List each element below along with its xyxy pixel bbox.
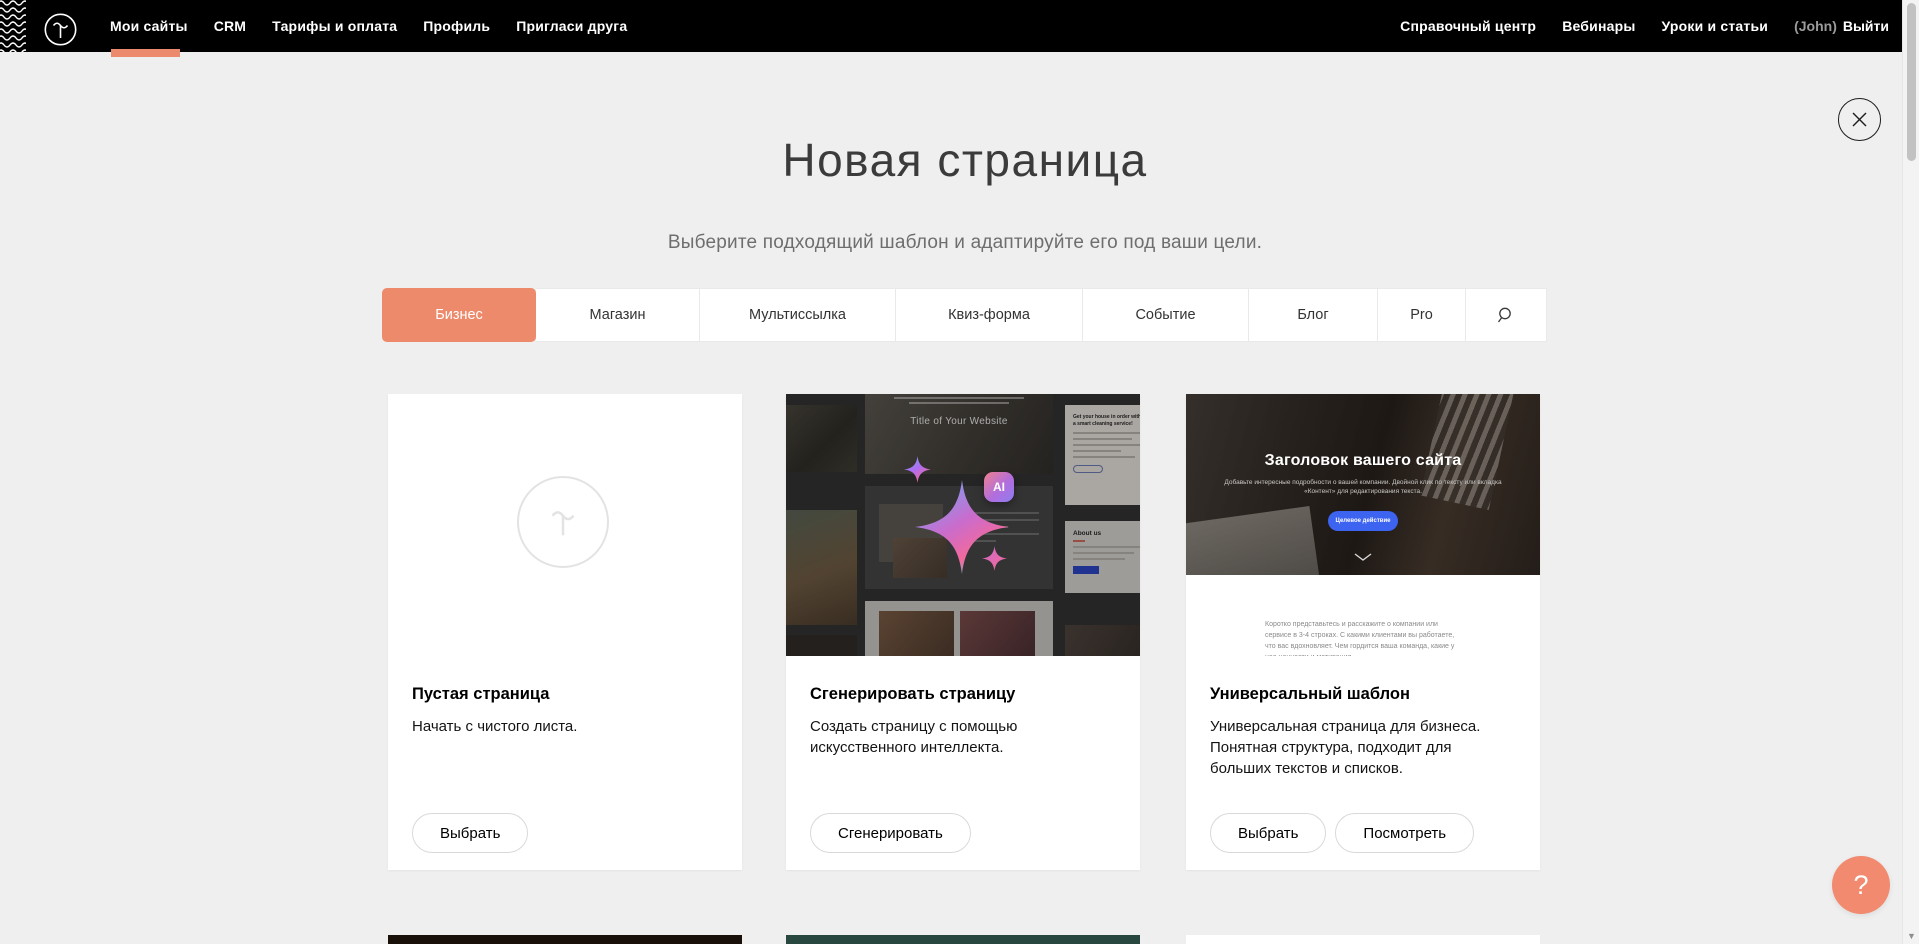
page-scrollbar: ▼ bbox=[1902, 0, 1919, 944]
card-description: Создать страницу с помощью искусственног… bbox=[810, 716, 1116, 758]
help-button[interactable]: ? bbox=[1832, 856, 1890, 914]
tilda-logo-icon[interactable] bbox=[44, 13, 77, 46]
tab-quiz-form[interactable]: Квиз-форма bbox=[896, 288, 1083, 342]
template-card-blank: Пустая страница Начать с чистого листа. … bbox=[388, 394, 742, 870]
template-card-universal: Заголовок вашего сайта Добавьте интересн… bbox=[1186, 394, 1540, 870]
nav-logout-link[interactable]: Выйти bbox=[1843, 18, 1889, 34]
tab-blog[interactable]: Блог bbox=[1249, 288, 1378, 342]
generate-button[interactable]: Сгенерировать bbox=[810, 813, 971, 853]
mini-landing-body: Коротко представьтесь и расскажите о ком… bbox=[1186, 575, 1540, 656]
ai-badge: AI bbox=[984, 472, 1014, 502]
choose-button[interactable]: Выбрать bbox=[1210, 813, 1326, 853]
universal-template-preview[interactable]: Заголовок вашего сайта Добавьте интересн… bbox=[1186, 394, 1540, 656]
card-description: Начать с чистого листа. bbox=[412, 716, 718, 737]
next-row-card-preview[interactable] bbox=[1186, 935, 1540, 944]
card-title: Сгенерировать страницу bbox=[810, 685, 1116, 704]
zigzag-pattern-icon bbox=[0, 0, 26, 52]
template-category-tabs: Бизнес Магазин Мультиссылка Квиз-форма С… bbox=[382, 288, 1547, 342]
question-icon: ? bbox=[1853, 870, 1868, 901]
chevron-down-icon bbox=[1353, 552, 1373, 562]
nav-item-invite-friend[interactable]: Пригласи друга bbox=[516, 0, 627, 52]
nav-item-help-center[interactable]: Справочный центр bbox=[1400, 0, 1536, 52]
preview-button[interactable]: Посмотреть bbox=[1335, 813, 1474, 853]
tab-pro[interactable]: Pro bbox=[1378, 288, 1466, 342]
tab-search[interactable] bbox=[1466, 288, 1547, 342]
page-subtitle: Выберите подходящий шаблон и адаптируйте… bbox=[382, 232, 1548, 254]
blank-template-preview[interactable] bbox=[388, 394, 742, 656]
top-navbar: Мои сайты CRM Тарифы и оплата Профиль Пр… bbox=[0, 0, 1919, 52]
scrollbar-thumb[interactable] bbox=[1907, 3, 1916, 161]
close-button[interactable] bbox=[1838, 98, 1881, 141]
nav-main-menu: Мои сайты CRM Тарифы и оплата Профиль Пр… bbox=[110, 0, 627, 52]
tilda-watermark-icon bbox=[517, 476, 609, 568]
next-row-card-preview[interactable] bbox=[388, 935, 742, 944]
nav-secondary-menu: Справочный центр Вебинары Уроки и статьи… bbox=[1400, 0, 1889, 52]
choose-button[interactable]: Выбрать bbox=[412, 813, 528, 853]
ai-sparkle-pink-icon bbox=[982, 546, 1007, 571]
scroll-down-arrow-icon[interactable]: ▼ bbox=[1907, 931, 1916, 941]
tab-event[interactable]: Событие bbox=[1083, 288, 1249, 342]
card-title: Универсальный шаблон bbox=[1210, 685, 1516, 704]
tab-business[interactable]: Бизнес bbox=[382, 288, 536, 342]
mini-landing-hero: Заголовок вашего сайта Добавьте интересн… bbox=[1186, 394, 1540, 575]
nav-item-plans[interactable]: Тарифы и оплата bbox=[272, 0, 397, 52]
nav-item-crm[interactable]: CRM bbox=[214, 0, 246, 52]
nav-item-my-sites[interactable]: Мои сайты bbox=[110, 0, 188, 52]
card-description: Универсальная страница для бизнеса. Поня… bbox=[1210, 716, 1516, 779]
ai-template-preview[interactable]: Title of Your Website Get your house in … bbox=[786, 394, 1140, 656]
tab-store[interactable]: Магазин bbox=[536, 288, 700, 342]
next-row-card-preview[interactable] bbox=[786, 935, 1140, 944]
close-icon bbox=[1851, 111, 1868, 128]
search-icon bbox=[1497, 306, 1515, 324]
nav-item-webinars[interactable]: Вебинары bbox=[1562, 0, 1635, 52]
nav-username: (John) bbox=[1794, 18, 1837, 34]
mini-body-text: Коротко представьтесь и расскажите о ком… bbox=[1265, 619, 1461, 656]
template-card-ai-generate: Title of Your Website Get your house in … bbox=[786, 394, 1140, 870]
nav-item-profile[interactable]: Профиль bbox=[423, 0, 490, 52]
mini-hero-subtitle: Добавьте интересные подробности о вашей … bbox=[1223, 478, 1503, 496]
tab-multilink[interactable]: Мультиссылка bbox=[700, 288, 896, 342]
card-title: Пустая страница bbox=[412, 685, 718, 704]
nav-user-area: (John) Выйти bbox=[1794, 18, 1889, 34]
mini-cta-button: Целевое действие bbox=[1328, 511, 1398, 531]
ai-sparkle-small-icon bbox=[904, 456, 931, 483]
nav-item-lessons[interactable]: Уроки и статьи bbox=[1662, 0, 1769, 52]
page-title: Новая страница bbox=[382, 133, 1548, 187]
mini-hero-title: Заголовок вашего сайта bbox=[1186, 452, 1540, 470]
